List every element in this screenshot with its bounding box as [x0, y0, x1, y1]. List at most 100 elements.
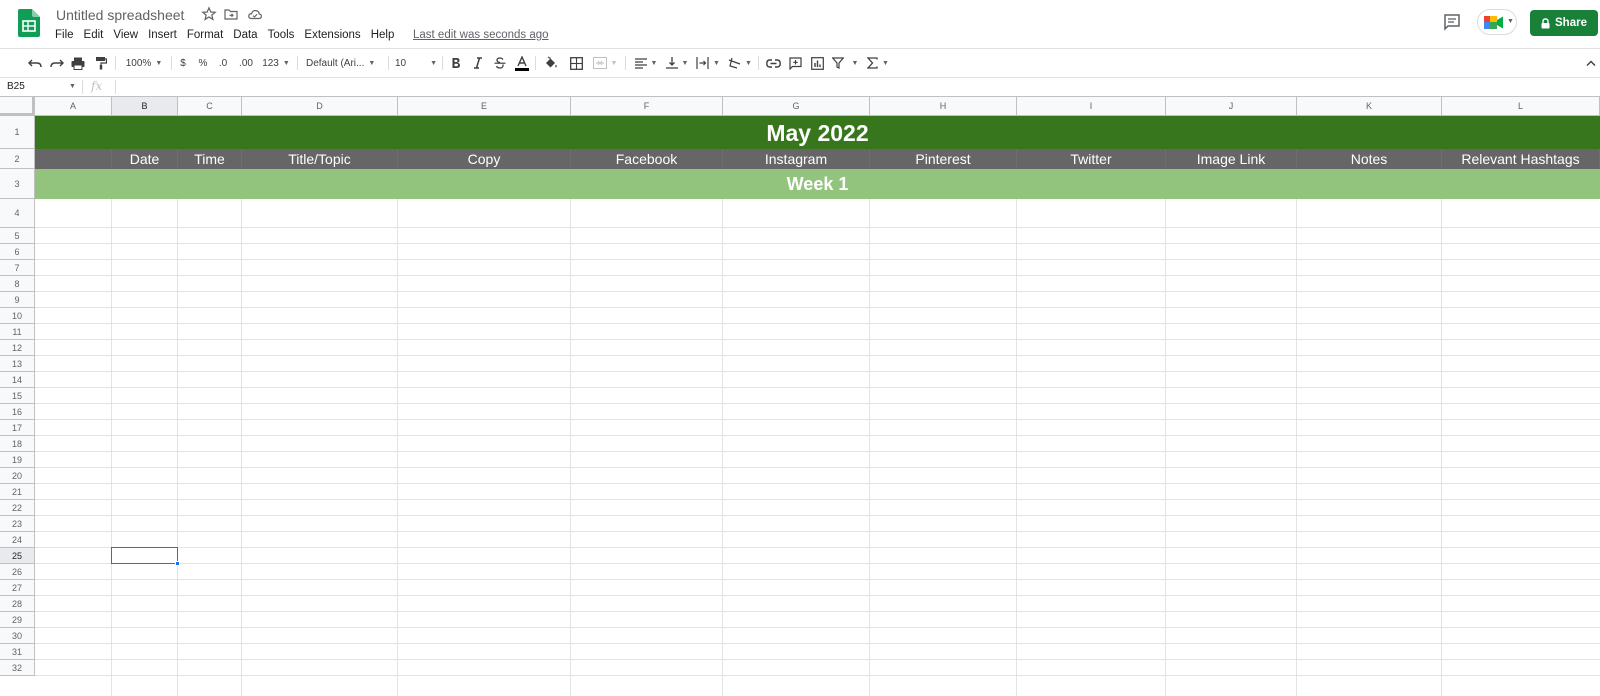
- selected-cell[interactable]: [111, 547, 178, 564]
- column-header-g[interactable]: G: [723, 97, 870, 116]
- name-box[interactable]: B25: [0, 78, 80, 96]
- redo-button[interactable]: [48, 53, 66, 73]
- row-header-13[interactable]: 13: [0, 356, 35, 372]
- column-header-e[interactable]: E: [398, 97, 571, 116]
- fill-handle[interactable]: [175, 561, 180, 566]
- row-header-30[interactable]: 30: [0, 628, 35, 644]
- header-cell-l[interactable]: Relevant Hashtags: [1442, 149, 1600, 169]
- header-cell-k[interactable]: Notes: [1297, 149, 1442, 169]
- row-header-18[interactable]: 18: [0, 436, 35, 452]
- meet-button[interactable]: ▼: [1477, 9, 1517, 35]
- collapse-toolbar-button[interactable]: [1584, 53, 1598, 73]
- header-cell-f[interactable]: Facebook: [571, 149, 723, 169]
- document-title[interactable]: Untitled spreadsheet: [56, 7, 184, 23]
- header-cell-e[interactable]: Copy: [398, 149, 571, 169]
- row-header-20[interactable]: 20: [0, 468, 35, 484]
- row-header-31[interactable]: 31: [0, 644, 35, 660]
- row-header-12[interactable]: 12: [0, 340, 35, 356]
- currency-format-button[interactable]: $: [176, 53, 190, 73]
- menu-help[interactable]: Help: [366, 28, 400, 46]
- increase-decimal-button[interactable]: .00: [237, 53, 255, 73]
- spreadsheet-grid[interactable]: ABCDEFGHIJKL 1 2 3 4 5 6 7 8 9 10 11 12 13 14 15 16 17 18…: [0, 97, 1600, 696]
- row-header-14[interactable]: 14: [0, 372, 35, 388]
- formula-input[interactable]: [120, 80, 1590, 95]
- row-header-3[interactable]: 3: [0, 169, 35, 199]
- menu-extensions[interactable]: Extensions: [299, 28, 365, 46]
- insert-chart-button[interactable]: [808, 53, 826, 73]
- move-folder-icon[interactable]: [223, 6, 239, 22]
- row-header-1[interactable]: 1: [0, 116, 35, 149]
- row-header-16[interactable]: 16: [0, 404, 35, 420]
- row-header-27[interactable]: 27: [0, 580, 35, 596]
- menu-view[interactable]: View: [108, 28, 143, 46]
- strikethrough-button[interactable]: [492, 53, 508, 73]
- menu-insert[interactable]: Insert: [143, 28, 182, 46]
- menu-edit[interactable]: Edit: [79, 28, 109, 46]
- column-header-l[interactable]: L: [1442, 97, 1600, 116]
- last-edit-link[interactable]: Last edit was seconds ago: [413, 29, 549, 41]
- fill-color-button[interactable]: [543, 53, 559, 73]
- row-header-10[interactable]: 10: [0, 308, 35, 324]
- row-header-25[interactable]: 25: [0, 548, 35, 564]
- menu-format[interactable]: Format: [182, 28, 228, 46]
- header-cell-a[interactable]: [35, 149, 112, 169]
- functions-button[interactable]: ▼: [865, 53, 891, 73]
- menu-tools[interactable]: Tools: [263, 28, 300, 46]
- undo-button[interactable]: [26, 53, 44, 73]
- decrease-decimal-button[interactable]: .0: [215, 53, 231, 73]
- print-button[interactable]: [69, 53, 87, 73]
- header-cell-g[interactable]: Instagram: [723, 149, 870, 169]
- row-header-22[interactable]: 22: [0, 500, 35, 516]
- select-all-corner[interactable]: [0, 97, 35, 116]
- font-family-select[interactable]: Default (Ari... ▼: [306, 53, 384, 73]
- text-wrapping-button[interactable]: ▼: [695, 53, 721, 73]
- column-header-a[interactable]: A: [35, 97, 112, 116]
- column-header-h[interactable]: H: [870, 97, 1017, 116]
- share-button[interactable]: Share: [1530, 10, 1598, 36]
- column-header-f[interactable]: F: [571, 97, 723, 116]
- row-header-7[interactable]: 7: [0, 260, 35, 276]
- more-formats-select[interactable]: 123 ▼: [261, 53, 291, 73]
- percent-format-button[interactable]: %: [196, 53, 210, 73]
- zoom-select[interactable]: 100% ▼: [122, 53, 166, 73]
- row-header-9[interactable]: 9: [0, 292, 35, 308]
- row-header-15[interactable]: 15: [0, 388, 35, 404]
- menu-data[interactable]: Data: [228, 28, 262, 46]
- row-header-28[interactable]: 28: [0, 596, 35, 612]
- italic-button[interactable]: [470, 53, 486, 73]
- borders-button[interactable]: [568, 53, 584, 73]
- row-header-5[interactable]: 5: [0, 228, 35, 244]
- row-header-2[interactable]: 2: [0, 149, 35, 169]
- column-header-d[interactable]: D: [242, 97, 398, 116]
- header-cell-b[interactable]: Date: [112, 149, 178, 169]
- column-header-c[interactable]: C: [178, 97, 242, 116]
- paint-format-button[interactable]: [92, 53, 110, 73]
- row-header-6[interactable]: 6: [0, 244, 35, 260]
- column-header-b[interactable]: B: [112, 97, 178, 116]
- row-header-17[interactable]: 17: [0, 420, 35, 436]
- text-color-button[interactable]: [514, 53, 530, 73]
- row-header-32[interactable]: 32: [0, 660, 35, 676]
- column-header-k[interactable]: K: [1297, 97, 1442, 116]
- column-header-i[interactable]: I: [1017, 97, 1166, 116]
- cloud-status-icon[interactable]: [247, 6, 263, 22]
- row-header-23[interactable]: 23: [0, 516, 35, 532]
- star-icon[interactable]: [201, 6, 217, 22]
- sheet-title-cell[interactable]: May 2022: [35, 116, 1600, 149]
- row-header-24[interactable]: 24: [0, 532, 35, 548]
- sheets-logo-icon[interactable]: [18, 9, 40, 37]
- text-rotation-button[interactable]: ▼: [727, 53, 753, 73]
- row-header-8[interactable]: 8: [0, 276, 35, 292]
- row-header-26[interactable]: 26: [0, 564, 35, 580]
- header-cell-j[interactable]: Image Link: [1166, 149, 1297, 169]
- insert-comment-button[interactable]: [786, 53, 804, 73]
- horizontal-align-button[interactable]: ▼: [633, 53, 659, 73]
- comment-history-icon[interactable]: [1443, 13, 1461, 31]
- header-cell-h[interactable]: Pinterest: [870, 149, 1017, 169]
- bold-button[interactable]: [448, 53, 464, 73]
- filter-button[interactable]: ▼: [831, 53, 859, 73]
- column-header-j[interactable]: J: [1166, 97, 1297, 116]
- chevron-down-icon[interactable]: ▼: [69, 83, 76, 90]
- row-header-4[interactable]: 4: [0, 199, 35, 228]
- header-cell-d[interactable]: Title/Topic: [242, 149, 398, 169]
